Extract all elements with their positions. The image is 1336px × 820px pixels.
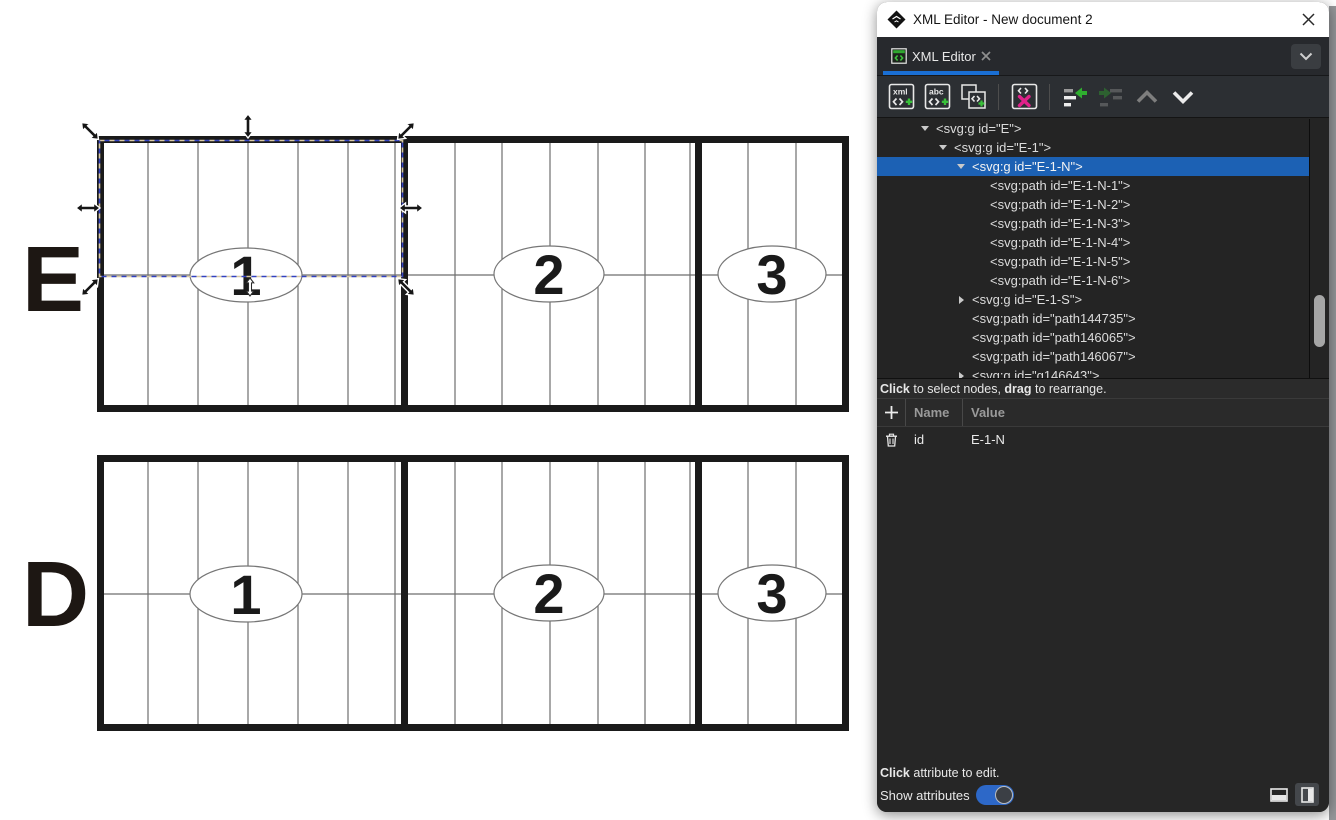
inkscape-logo-icon [887,10,906,29]
svg-text:abc: abc [929,87,944,97]
scale-handle-nw[interactable] [78,119,102,143]
toolbar-separator [998,84,999,110]
attribute-area-empty [877,452,1329,766]
close-icon [1302,13,1315,26]
drawing-table-D[interactable]: 1 2 3 [101,455,846,731]
show-attributes-toggle[interactable] [976,785,1014,805]
xml-toolbar: xml abc [877,76,1329,118]
delete-attribute-button[interactable] [877,427,906,452]
chevron-up-icon [1134,87,1160,107]
table-d-number-1: 1 [230,563,261,626]
row-label-E: E [22,227,84,331]
tab-list-dropdown-button[interactable] [1291,44,1321,69]
tree-row[interactable]: <svg:path id="path146067"> [877,347,1309,366]
tree-row[interactable]: <svg:g id="E"> [877,119,1309,138]
layout-horizontal-button[interactable] [1267,783,1291,806]
scale-handle-e[interactable] [399,203,423,213]
tree-scrollbar-thumb[interactable] [1314,295,1325,347]
expander-open-icon[interactable] [919,126,931,131]
move-node-down-button[interactable] [1168,82,1198,112]
right-arrow [1099,87,1111,98]
table-d-number-3: 3 [756,562,787,625]
scale-handle-w[interactable] [76,203,100,213]
toolbar-separator [1049,84,1050,110]
xml-editor-dialog: XML Editor - New document 2 XML Editor [877,2,1329,812]
tab-close-icon[interactable] [981,51,991,61]
table-e-number-1: 1 [230,244,261,307]
tree-row-selected[interactable]: <svg:g id="E-1-N"> [877,157,1309,176]
dialog-title: XML Editor - New document 2 [913,12,1093,27]
show-attributes-label: Show attributes [880,788,970,803]
panel-footer: Click attribute to edit. Show attributes [877,766,1329,812]
horizontal-split-icon [1270,788,1288,802]
table-d-number-2: 2 [533,562,564,625]
attribute-name-header: Name [906,399,963,426]
expander-closed-icon[interactable] [955,372,967,379]
new-text-node-button[interactable]: abc [922,82,952,112]
add-attribute-button[interactable] [877,399,906,426]
tree-row[interactable]: <svg:g id="E-1"> [877,138,1309,157]
duplicate-node-button[interactable] [958,82,988,112]
tree-row[interactable]: <svg:path id="E-1-N-2"> [877,195,1309,214]
move-node-up-button[interactable] [1132,82,1162,112]
xml-node-tree: <svg:g id="E"> <svg:g id="E-1"> <svg:g i… [877,118,1329,379]
dialog-titlebar[interactable]: XML Editor - New document 2 [877,2,1329,37]
unindent-node-button[interactable] [1060,82,1090,112]
tree-row[interactable]: <svg:path id="E-1-N-3"> [877,214,1309,233]
tree-row[interactable]: <svg:path id="E-1-N-6"> [877,271,1309,290]
tree-hint-text: Click to select nodes, drag to rearrange… [877,379,1329,399]
tree-row[interactable]: <svg:path id="E-1-N-4"> [877,233,1309,252]
xml-tree-rows: <svg:g id="E"> <svg:g id="E-1"> <svg:g i… [877,119,1310,378]
tree-row[interactable]: <svg:path id="E-1-N-5"> [877,252,1309,271]
chevron-down-icon [1170,87,1196,107]
attribute-row[interactable]: id E-1-N [877,427,1329,452]
attribute-value[interactable]: E-1-N [963,432,1329,447]
table-e-number-2: 2 [533,243,564,306]
svg-text:xml: xml [893,87,908,97]
table-e-number-3: 3 [756,243,787,306]
expander-open-icon[interactable] [937,145,949,150]
tree-row[interactable]: <svg:g id="E-1-S"> [877,290,1309,309]
drawing-table-E[interactable]: 1 2 3 [101,136,846,412]
expander-open-icon[interactable] [955,164,967,169]
row-label-D: D [22,542,89,646]
plus-icon [884,405,899,420]
tab-xml-editor[interactable]: XML Editor [883,37,999,75]
trash-icon [885,433,898,447]
tree-row[interactable]: <svg:g id="g146643"> [877,366,1309,378]
window-scrollbar-strip[interactable] [1329,6,1336,820]
attribute-name[interactable]: id [906,427,963,452]
left-arrow [1075,87,1087,98]
drawing-canvas[interactable]: 1 2 3 E 1 2 3 D [0,0,877,820]
expander-closed-icon[interactable] [955,296,967,304]
tab-label: XML Editor [912,49,976,64]
delete-x-icon [1019,97,1029,106]
tree-row[interactable]: <svg:path id="path146065"> [877,328,1309,347]
chevron-down-icon [1299,52,1313,61]
vertical-split-icon [1301,787,1314,803]
plus-icon [905,99,911,106]
delete-node-button[interactable] [1009,82,1039,112]
xml-editor-tab-icon [891,48,907,64]
tree-scrollbar[interactable] [1311,119,1329,378]
panel-tabstrip: XML Editor [877,37,1329,76]
attribute-value-header: Value [963,405,1329,420]
toggle-knob [995,786,1013,804]
new-element-node-button[interactable]: xml [886,82,916,112]
layout-vertical-button[interactable] [1295,783,1319,806]
dialog-close-button[interactable] [1297,9,1319,31]
attribute-hint-text: Click attribute to edit. [880,766,1329,780]
scale-handle-n[interactable] [243,114,253,138]
tree-row[interactable]: <svg:path id="path144735"> [877,309,1309,328]
indent-node-button[interactable] [1096,82,1126,112]
plus-icon [941,99,947,106]
tree-row[interactable]: <svg:path id="E-1-N-1"> [877,176,1309,195]
attribute-table-header: Name Value [877,399,1329,427]
panel-layout-buttons [1267,783,1319,806]
